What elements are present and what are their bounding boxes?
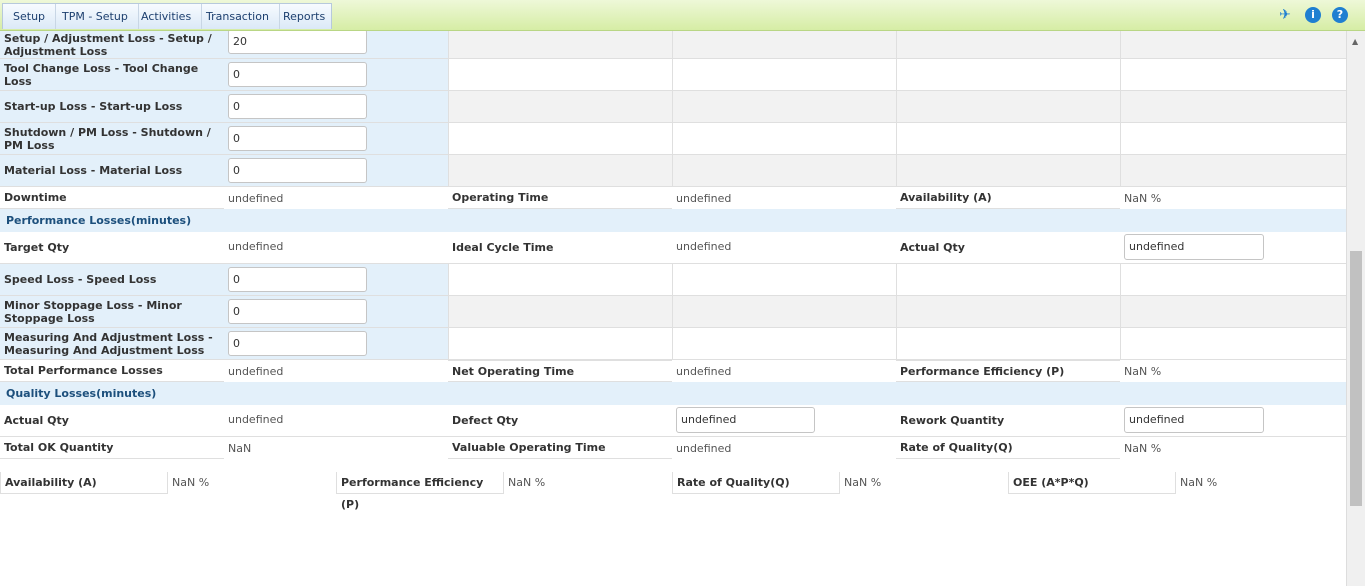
valuable-operating-time-value: undefined bbox=[676, 441, 732, 455]
actual-qty-label: Actual Qty bbox=[896, 232, 1120, 264]
oee-form: Setup / Adjustment Loss - Setup / Adjust… bbox=[0, 31, 1347, 586]
loss-label: Material Loss - Material Loss bbox=[0, 155, 225, 187]
loss-label: Tool Change Loss - Tool Change Loss bbox=[0, 59, 225, 91]
net-operating-time-label: Net Operating Time bbox=[448, 360, 672, 382]
total-performance-losses-value: undefined bbox=[228, 364, 284, 378]
ideal-cycle-value: undefined bbox=[672, 232, 896, 264]
valuable-operating-time-label: Valuable Operating Time bbox=[448, 437, 672, 459]
net-operating-time-value: undefined bbox=[676, 364, 732, 378]
menu-reports[interactable]: Reports bbox=[273, 4, 335, 29]
target-qty-label: Target Qty bbox=[0, 232, 224, 264]
summary-oee-label: OEE (A*P*Q) bbox=[1008, 472, 1176, 494]
vertical-scrollbar[interactable]: ▲ bbox=[1346, 31, 1365, 586]
loss-label: Shutdown / PM Loss - Shutdown / PM Loss bbox=[0, 123, 225, 155]
ideal-cycle-label: Ideal Cycle Time bbox=[448, 232, 672, 264]
summary-oee-value: NaN % bbox=[1180, 476, 1218, 489]
summary-quality-value: NaN % bbox=[844, 476, 882, 489]
shutdown-pm-loss-input[interactable]: 0 bbox=[228, 126, 367, 151]
performance-efficiency-value: NaN % bbox=[1124, 364, 1162, 378]
actual-qty-input[interactable]: undefined bbox=[1124, 234, 1264, 260]
scroll-up-arrow-icon[interactable]: ▲ bbox=[1352, 37, 1358, 46]
summary-availability-label: Availability (A) bbox=[0, 472, 168, 494]
loss-label: Setup / Adjustment Loss - Setup / Adjust… bbox=[0, 31, 225, 59]
summary-quality-label: Rate of Quality(Q) bbox=[672, 472, 840, 494]
operating-time-value: undefined bbox=[676, 191, 732, 205]
menu-activities[interactable]: Activities bbox=[131, 4, 203, 29]
summary-performance-label: Performance Efficiency (P) bbox=[336, 472, 504, 511]
measuring-adjustment-loss-input[interactable]: 0 bbox=[228, 331, 367, 356]
rework-quantity-input[interactable]: undefined bbox=[1124, 407, 1264, 433]
total-performance-losses-label: Total Performance Losses bbox=[0, 360, 224, 382]
top-menu-bar: Setup TPM - Setup Activities Transaction… bbox=[0, 0, 1365, 31]
menu-transaction[interactable]: Transaction bbox=[196, 4, 280, 29]
performance-efficiency-label: Performance Efficiency (P) bbox=[896, 360, 1120, 382]
menu-tabs: Setup TPM - Setup Activities Transaction… bbox=[2, 3, 332, 29]
quality-section-title: Quality Losses(minutes) bbox=[0, 382, 1347, 405]
downtime-value: undefined bbox=[228, 191, 284, 205]
menu-setup[interactable]: Setup bbox=[3, 4, 57, 29]
defect-qty-label: Defect Qty bbox=[448, 405, 672, 437]
minor-stoppage-loss-input[interactable]: 0 bbox=[228, 299, 367, 324]
setup-adjustment-loss-input[interactable]: 20 bbox=[228, 31, 367, 54]
rate-of-quality-label: Rate of Quality(Q) bbox=[896, 437, 1120, 459]
total-ok-quantity-label: Total OK Quantity bbox=[0, 437, 224, 459]
availability-value: NaN % bbox=[1124, 191, 1162, 205]
rate-of-quality-value: NaN % bbox=[1124, 441, 1162, 455]
info-icon[interactable]: i bbox=[1305, 7, 1321, 23]
perf-loss-label: Measuring And Adjustment Loss - Measurin… bbox=[0, 328, 225, 360]
perf-loss-label: Minor Stoppage Loss - Minor Stoppage Los… bbox=[0, 296, 225, 328]
perf-loss-label: Speed Loss - Speed Loss bbox=[0, 264, 225, 296]
material-loss-input[interactable]: 0 bbox=[228, 158, 367, 183]
summary-performance-value: NaN % bbox=[508, 476, 546, 489]
startup-loss-input[interactable]: 0 bbox=[228, 94, 367, 119]
help-icon[interactable]: ? bbox=[1332, 7, 1348, 23]
menu-tpm-setup[interactable]: TPM - Setup bbox=[52, 4, 139, 29]
defect-qty-input[interactable]: undefined bbox=[676, 407, 815, 433]
availability-label: Availability (A) bbox=[896, 187, 1120, 209]
quality-actual-qty-value: undefined bbox=[224, 405, 448, 437]
operating-time-label: Operating Time bbox=[448, 187, 672, 209]
performance-section-title: Performance Losses(minutes) bbox=[0, 209, 1347, 232]
downtime-label: Downtime bbox=[0, 187, 224, 209]
summary-availability-value: NaN % bbox=[172, 476, 210, 489]
pin-icon[interactable]: ✈ bbox=[1277, 7, 1293, 23]
scrollbar-thumb[interactable] bbox=[1350, 251, 1362, 506]
quality-actual-qty-label: Actual Qty bbox=[0, 405, 224, 437]
rework-quantity-label: Rework Quantity bbox=[896, 405, 1120, 437]
loss-label: Start-up Loss - Start-up Loss bbox=[0, 91, 225, 123]
total-ok-quantity-value: NaN bbox=[228, 441, 252, 455]
target-qty-value: undefined bbox=[224, 232, 448, 264]
speed-loss-input[interactable]: 0 bbox=[228, 267, 367, 292]
tool-change-loss-input[interactable]: 0 bbox=[228, 62, 367, 87]
